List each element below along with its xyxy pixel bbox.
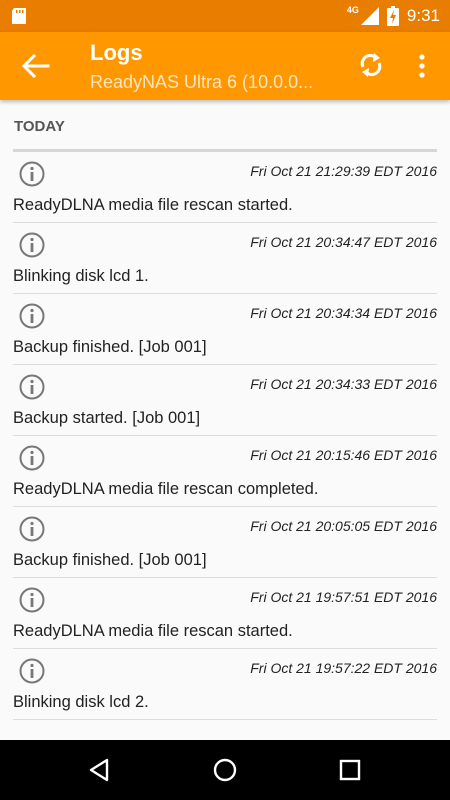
page-title: Logs <box>90 40 143 65</box>
info-icon <box>19 658 45 684</box>
log-entry[interactable]: Fri Oct 21 20:05:05 EDT 2016 Backup fini… <box>0 507 450 578</box>
signal-icon <box>360 7 379 25</box>
log-entry[interactable]: Fri Oct 21 20:15:46 EDT 2016 ReadyDLNA m… <box>0 436 450 507</box>
log-entry[interactable]: Fri Oct 21 21:29:39 EDT 2016 ReadyDLNA m… <box>0 152 450 223</box>
log-message: ReadyDLNA media file rescan started. <box>13 622 293 640</box>
log-list[interactable]: Fri Oct 21 21:29:39 EDT 2016 ReadyDLNA m… <box>0 152 450 720</box>
navigation-bar <box>0 740 450 800</box>
log-message: Backup finished. [Job 001] <box>13 338 207 356</box>
log-timestamp: Fri Oct 21 21:29:39 EDT 2016 <box>250 163 437 179</box>
network-type: 4G <box>346 5 359 15</box>
device-subtitle: ReadyNAS Ultra 6 (10.0.0... <box>90 72 314 92</box>
info-icon <box>19 587 45 613</box>
info-icon <box>19 374 45 400</box>
back-arrow-icon[interactable] <box>20 52 50 80</box>
battery-charging-icon <box>386 6 399 26</box>
clock: 9:31 <box>406 6 440 25</box>
log-message: ReadyDLNA media file rescan completed. <box>13 480 319 498</box>
log-message: Blinking disk lcd 2. <box>13 693 149 711</box>
sd-card-icon <box>12 8 26 24</box>
info-icon <box>19 161 45 187</box>
log-entry[interactable]: Fri Oct 21 20:34:34 EDT 2016 Backup fini… <box>0 294 450 365</box>
status-bar: 4G 9:31 <box>0 0 450 32</box>
app-bar: Logs ReadyNAS Ultra 6 (10.0.0... <box>0 32 450 100</box>
info-icon <box>19 303 45 329</box>
log-timestamp: Fri Oct 21 20:34:33 EDT 2016 <box>250 376 437 392</box>
nav-recents-icon[interactable] <box>336 756 364 784</box>
log-timestamp: Fri Oct 21 20:15:46 EDT 2016 <box>250 447 437 463</box>
log-timestamp: Fri Oct 21 20:34:34 EDT 2016 <box>250 305 437 321</box>
info-icon <box>19 516 45 542</box>
log-timestamp: Fri Oct 21 19:57:51 EDT 2016 <box>250 589 437 605</box>
info-icon <box>19 445 45 471</box>
log-entry[interactable]: Fri Oct 21 20:34:47 EDT 2016 Blinking di… <box>0 223 450 294</box>
log-timestamp: Fri Oct 21 20:05:05 EDT 2016 <box>250 518 437 534</box>
log-entry[interactable]: Fri Oct 21 19:57:51 EDT 2016 ReadyDLNA m… <box>0 578 450 649</box>
log-message: Backup started. [Job 001] <box>13 409 201 427</box>
info-icon <box>19 232 45 258</box>
nav-back-icon[interactable] <box>85 756 113 784</box>
nav-home-icon[interactable] <box>211 756 239 784</box>
refresh-icon[interactable] <box>356 50 386 80</box>
log-timestamp: Fri Oct 21 20:34:47 EDT 2016 <box>250 234 437 250</box>
section-header-today: TODAY <box>14 118 65 135</box>
log-entry[interactable]: Fri Oct 21 20:34:33 EDT 2016 Backup star… <box>0 365 450 436</box>
log-message: Blinking disk lcd 1. <box>13 267 149 285</box>
log-message: Backup finished. [Job 001] <box>13 551 207 569</box>
log-entry[interactable]: Fri Oct 21 19:57:22 EDT 2016 Blinking di… <box>0 649 450 720</box>
log-message: ReadyDLNA media file rescan started. <box>13 196 293 214</box>
log-timestamp: Fri Oct 21 19:57:22 EDT 2016 <box>250 660 437 676</box>
more-options-icon[interactable] <box>410 52 434 80</box>
